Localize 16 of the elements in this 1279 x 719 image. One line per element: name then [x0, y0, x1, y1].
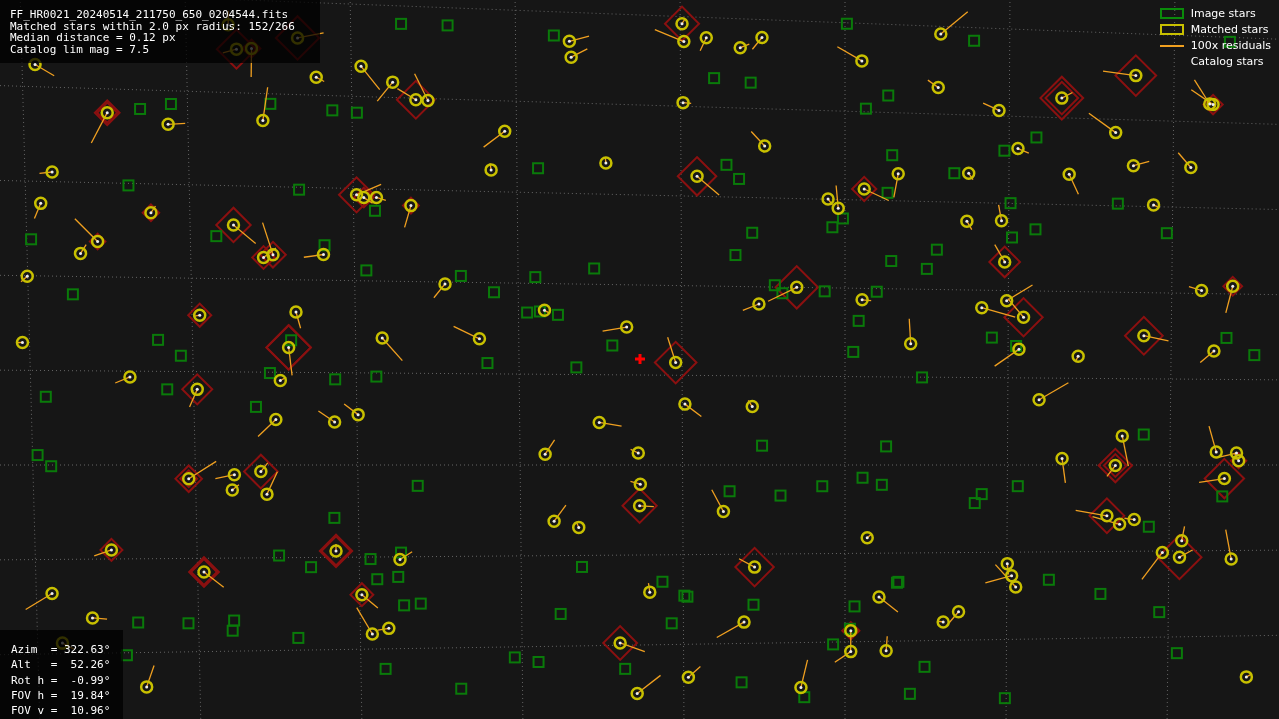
- legend-label: 100x residuals: [1190, 39, 1271, 52]
- info-text: Matched stars within 2.0 px radius: 152/266: [10, 20, 296, 32]
- line-marker-icon: [1159, 44, 1184, 47]
- pointing-text: Alt = 52.26°: [11, 657, 112, 673]
- square-marker-icon: [1159, 8, 1184, 19]
- pointing-text: Azim = 322.63°: [11, 642, 112, 658]
- info-text: FF_HR0021_20240514_211750_650_0204544.fits: [10, 9, 290, 21]
- info-text: Catalog lim mag = 7.5: [10, 43, 151, 55]
- pointing-text: FOV h = 19.84°: [11, 687, 112, 704]
- square-marker-icon: [1159, 24, 1184, 35]
- legend-label: Image stars: [1190, 7, 1256, 20]
- pointing-text: FOV v = 10.96°: [11, 703, 112, 719]
- legend-label: Catalog stars: [1190, 55, 1264, 68]
- info-text: Median distance = 0.12 px: [10, 32, 176, 44]
- pointing-text: Rot h = -0.99°: [11, 672, 112, 688]
- legend-label: Matched stars: [1190, 23, 1269, 36]
